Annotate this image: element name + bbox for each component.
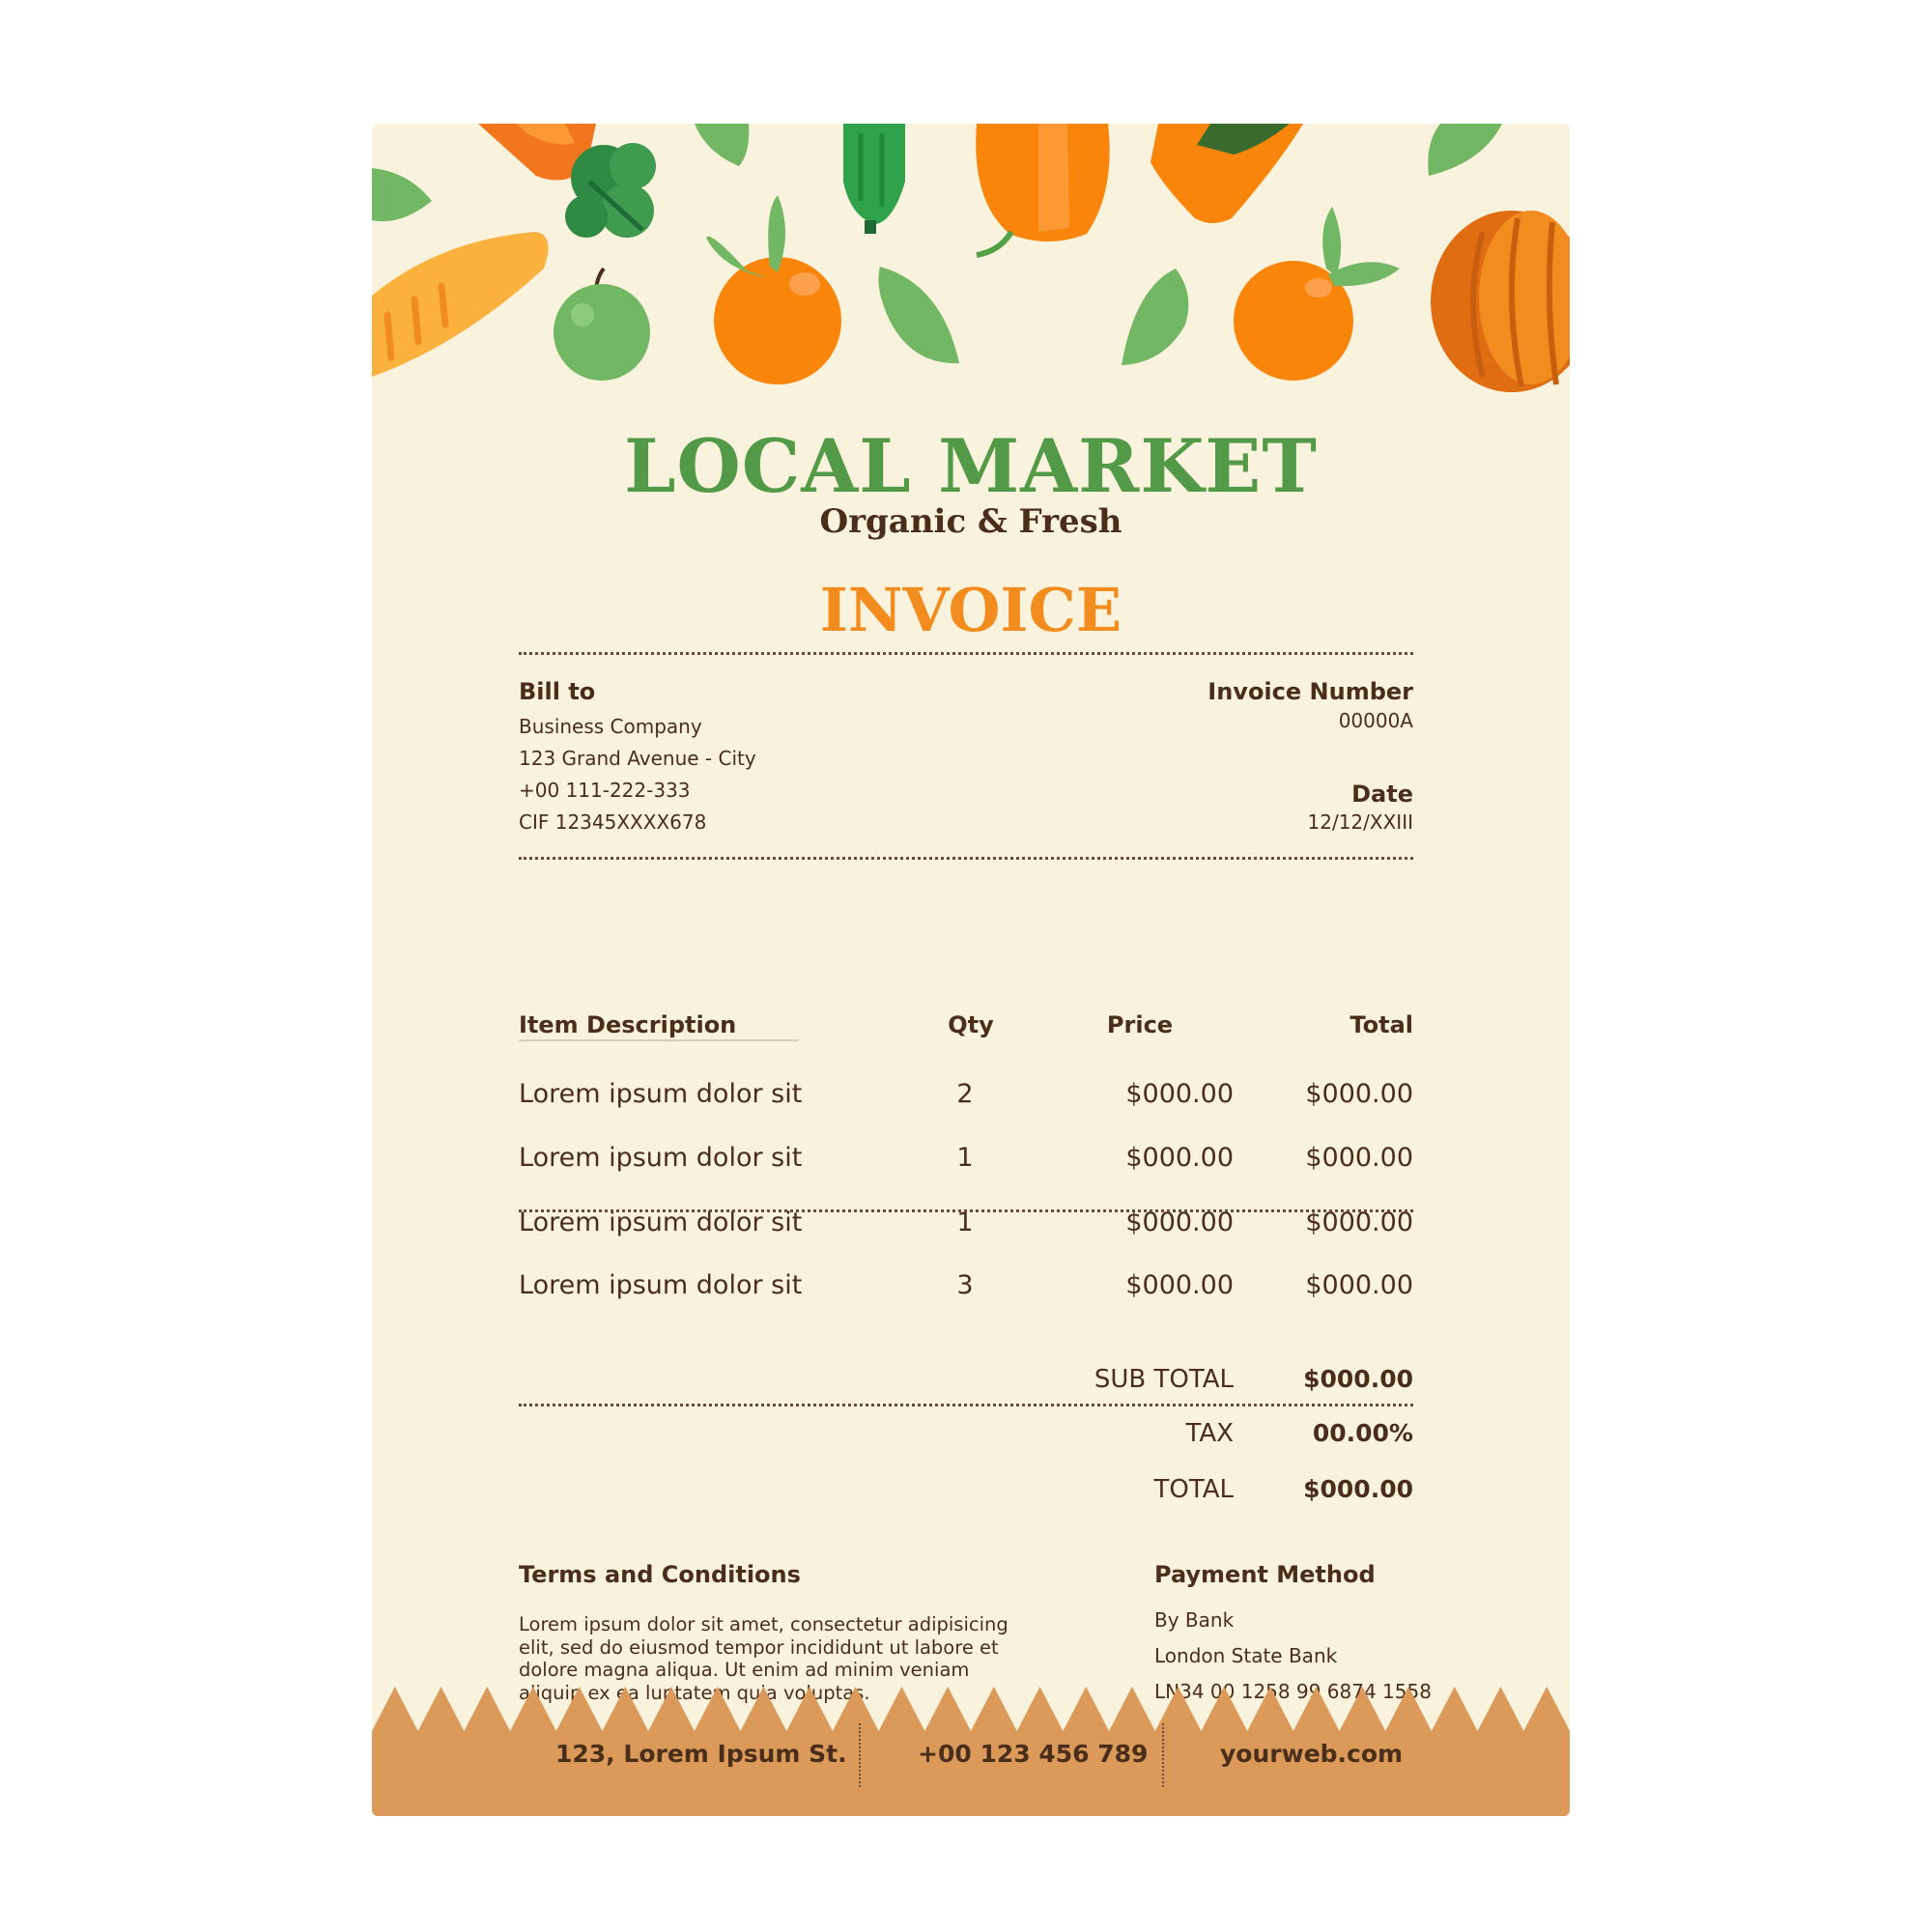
item-description: Lorem ipsum dolor sit [519, 1143, 803, 1173]
juice-box-icon [1151, 124, 1303, 223]
item-total: $000.00 [1305, 1270, 1413, 1300]
tax-value: 00.00% [1312, 1419, 1413, 1447]
divider [519, 652, 1413, 655]
produce-illustration [372, 124, 1570, 392]
divider [519, 857, 1413, 860]
brand-name: LOCAL MARKET [624, 423, 1318, 509]
brand-tagline: Organic & Fresh [819, 502, 1122, 541]
divider [519, 1404, 1413, 1406]
payment-method-label: Payment Method [1154, 1561, 1376, 1588]
item-qty: 1 [956, 1143, 974, 1173]
bill-to-line: +00 111-222-333 [519, 779, 691, 802]
footer-phone: +00 123 456 789 [918, 1740, 1149, 1768]
date-label: Date [1351, 781, 1413, 808]
divider [519, 1209, 1413, 1212]
invoice-number-value: 00000A [1338, 709, 1413, 732]
footer-divider [859, 1723, 861, 1787]
item-description: Lorem ipsum dolor sit [519, 1079, 803, 1109]
leaf-icon [1122, 269, 1189, 365]
item-price: $000.00 [1125, 1079, 1234, 1109]
terms-line: elit, sed do eiusmod tempor incididunt u… [519, 1635, 999, 1659]
invoice-number-label: Invoice Number [1208, 678, 1413, 705]
bill-to-line: CIF 12345XXXX678 [519, 810, 707, 834]
item-description: Lorem ipsum dolor sit [519, 1270, 803, 1300]
bill-to-label: Bill to [519, 678, 596, 705]
bill-to-line: 123 Grand Avenue - City [519, 747, 756, 770]
orange-icon [1234, 207, 1400, 381]
apple-icon [554, 267, 650, 381]
footer-website: yourweb.com [1220, 1740, 1404, 1768]
leaf-icon [1428, 124, 1502, 176]
tax-label: TAX [1185, 1419, 1234, 1448]
orange-icon [706, 195, 841, 384]
footer-address: 123, Lorem Ipsum St. [555, 1740, 847, 1768]
document-title: INVOICE [819, 575, 1122, 645]
terms-line: dolore magna aliqua. Ut enim ad minim ve… [519, 1659, 970, 1681]
total-value: $000.00 [1303, 1475, 1413, 1503]
item-price: $000.00 [1125, 1143, 1234, 1173]
column-header-qty: Qty [948, 1011, 994, 1038]
leaf-icon [372, 168, 432, 222]
leaf-icon [878, 267, 959, 364]
terms-line: Lorem ipsum dolor sit amet, consectetur … [519, 1613, 1009, 1635]
invoice-sheet: LOCAL MARKET Organic & Fresh INVOICE Bil… [372, 124, 1570, 1816]
leaf-icon [695, 124, 750, 166]
subtotal-value: $000.00 [1303, 1365, 1413, 1393]
lettuce-icon [565, 143, 656, 238]
pepper-icon [976, 124, 1110, 258]
column-header-total: Total [1350, 1011, 1413, 1038]
item-total: $000.00 [1305, 1079, 1413, 1109]
bill-to-line: Business Company [519, 715, 702, 738]
total-label: TOTAL [1153, 1475, 1234, 1504]
item-total: $000.00 [1305, 1143, 1413, 1173]
payment-line: London State Bank [1154, 1644, 1338, 1667]
pumpkin-icon [1431, 211, 1570, 392]
column-header-price: Price [1106, 1011, 1174, 1038]
date-value: 12/12/XXIII [1307, 810, 1413, 834]
bread-icon [372, 232, 549, 377]
item-price: $000.00 [1125, 1270, 1234, 1300]
column-header-description: Item Description [519, 1010, 799, 1041]
subtotal-label: SUB TOTAL [1094, 1365, 1234, 1394]
item-qty: 2 [956, 1079, 974, 1109]
item-qty: 3 [956, 1270, 974, 1300]
cucumber-icon [843, 124, 905, 234]
payment-line: By Bank [1154, 1608, 1235, 1632]
terms-label: Terms and Conditions [519, 1561, 801, 1588]
footer-divider [1162, 1723, 1164, 1787]
